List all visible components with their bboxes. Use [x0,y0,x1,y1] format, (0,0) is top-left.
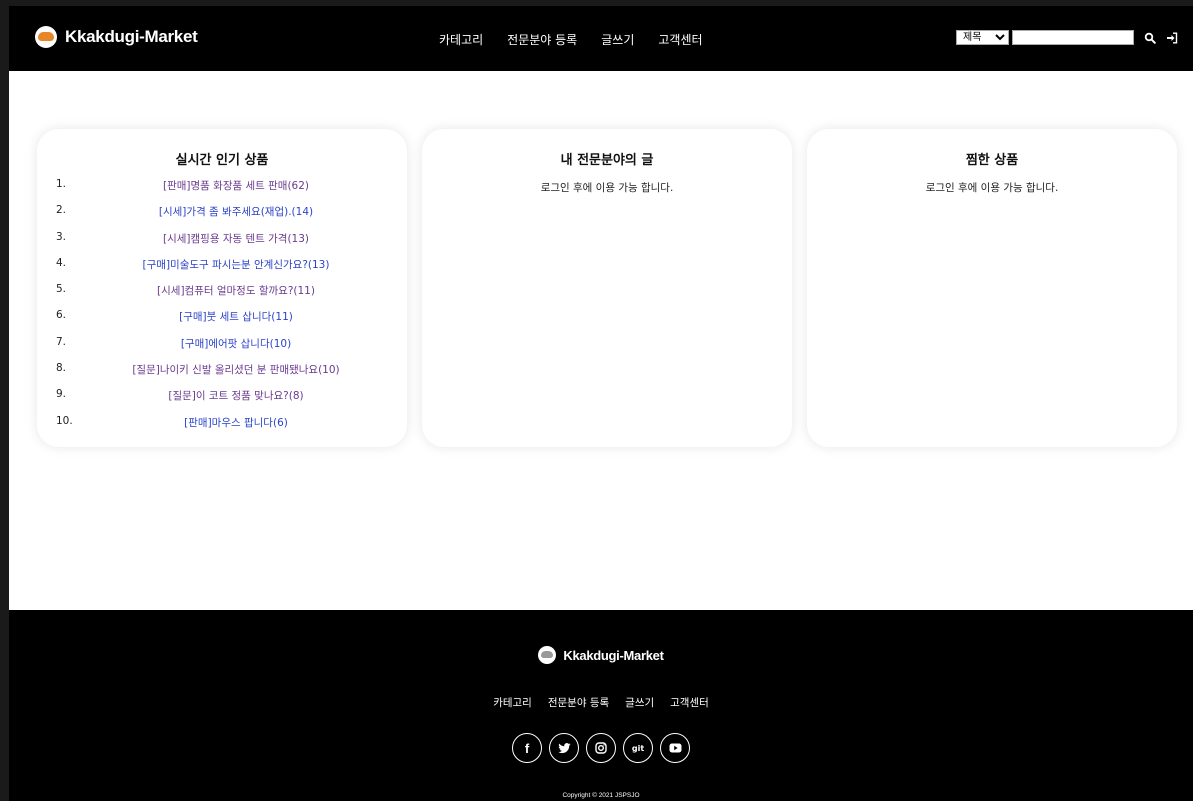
list-item: 5. [시세]컴퓨터 얼마정도 할까요?(11) [37,283,407,309]
main-nav: 카테고리 전문분야 등록 글쓰기 고객센터 [439,31,727,48]
wishlist-card: 찜한 상품 로그인 후에 이용 가능 합니다. [807,129,1177,447]
search-type-select[interactable]: 제목 [956,30,1009,45]
footer-brand-logo[interactable]: Kkakdugi-Market [9,646,1193,664]
search-input[interactable] [1012,30,1134,45]
login-required-message: 로그인 후에 이용 가능 합니다. [925,182,1059,194]
list-item: 10. [판매]마우스 팝니다(6) [37,415,407,441]
facebook-icon[interactable]: f [512,733,542,763]
my-expertise-card: 내 전문분야의 글 로그인 후에 이용 가능 합니다. [422,129,792,447]
instagram-icon[interactable] [586,733,616,763]
wishlist-title: 찜한 상품 [965,153,1019,168]
nav-write[interactable]: 글쓰기 [601,31,634,48]
page: Kkakdugi-Market 카테고리 전문분야 등록 글쓰기 고객센터 제목… [9,6,1193,801]
rank-number: 4. [56,256,67,269]
site-header: Kkakdugi-Market 카테고리 전문분야 등록 글쓰기 고객센터 제목 [9,6,1193,71]
product-link[interactable]: [시세]컴퓨터 얼마정도 할까요?(11) [37,283,407,298]
youtube-icon[interactable] [660,733,690,763]
login-required-message: 로그인 후에 이용 가능 합니다. [540,182,674,194]
my-expertise-title: 내 전문분야의 글 [560,153,654,168]
footer-brand-name: Kkakdugi-Market [563,647,664,663]
list-item: 9. [질문]이 코트 정품 맞나요?(8) [37,388,407,414]
popular-products-list: 1. [판매]명품 화장품 세트 판매(62) 2. [시세]가격 좀 봐주세요(재… [37,178,407,441]
footer-nav-write[interactable]: 글쓰기 [625,695,654,710]
list-item: 7. [구매]에어팟 삽니다(10) [37,336,407,362]
list-item: 8. [질문]나이키 신발 올리셨던 분 판매됐나요(10) [37,362,407,388]
product-link[interactable]: [판매]마우스 팝니다(6) [37,415,407,430]
footer-nav: 카테고리 전문분야 등록 글쓰기 고객센터 [9,695,1193,710]
copyright-text: Copyright © 2021 JSPSJO [562,792,640,799]
nav-customer-center[interactable]: 고객센터 [658,31,702,48]
product-link[interactable]: [시세]가격 좀 봐주세요(재업).(14) [37,204,407,219]
product-link[interactable]: [질문]이 코트 정품 맞나요?(8) [37,388,407,403]
product-link[interactable]: [시세]캠핑용 자동 텐트 가격(13) [37,231,407,246]
list-item: 3. [시세]캠핑용 자동 텐트 가격(13) [37,231,407,257]
product-link[interactable]: [구매]에어팟 삽니다(10) [37,336,407,351]
list-item: 4. [구매]미술도구 파시는분 안계신가요?(13) [37,257,407,283]
git-label: git [631,743,645,753]
list-item: 6. [구매]붓 세트 삽니다(11) [37,309,407,335]
rank-number: 9. [56,388,67,401]
search-icon[interactable] [1144,32,1156,44]
rank-number: 6. [56,309,67,322]
logo-icon [35,26,57,48]
footer-nav-category[interactable]: 카테고리 [493,695,532,710]
twitter-icon[interactable] [549,733,579,763]
popular-products-card: 실시간 인기 상품 1. [판매]명품 화장품 세트 판매(62) 2. [시세]가… [37,129,407,447]
rank-number: 3. [56,230,67,243]
sign-in-icon[interactable] [1166,32,1178,44]
rank-number: 10. [56,414,73,427]
git-icon[interactable]: git [623,733,653,763]
product-link[interactable]: [구매]미술도구 파시는분 안계신가요?(13) [37,257,407,272]
product-link[interactable]: [구매]붓 세트 삽니다(11) [37,309,407,324]
footer-nav-customer-center[interactable]: 고객센터 [670,695,709,710]
list-item: 1. [판매]명품 화장품 세트 판매(62) [37,178,407,204]
main-content: 실시간 인기 상품 1. [판매]명품 화장품 세트 판매(62) 2. [시세]가… [9,71,1193,610]
rank-number: 5. [56,283,67,296]
list-item: 2. [시세]가격 좀 봐주세요(재업).(14) [37,204,407,230]
brand-logo[interactable]: Kkakdugi-Market [35,26,198,48]
brand-name: Kkakdugi-Market [65,27,198,46]
rank-number: 1. [56,178,67,190]
popular-products-title: 실시간 인기 상품 [175,153,269,168]
nav-category[interactable]: 카테고리 [439,31,483,48]
logo-icon [538,646,557,664]
rank-number: 8. [56,362,67,375]
social-links: f git [9,733,1193,763]
site-footer: Kkakdugi-Market 카테고리 전문분야 등록 글쓰기 고객센터 f … [9,610,1193,801]
search-bar: 제목 [956,30,1178,45]
rank-number: 7. [56,335,67,348]
rank-number: 2. [56,204,67,217]
nav-expertise-register[interactable]: 전문분야 등록 [507,31,577,48]
footer-nav-expertise-register[interactable]: 전문분야 등록 [548,695,609,710]
facebook-label: f [524,740,530,756]
product-link[interactable]: [판매]명품 화장품 세트 판매(62) [37,178,407,193]
product-link[interactable]: [질문]나이키 신발 올리셨던 분 판매됐나요(10) [37,362,407,377]
